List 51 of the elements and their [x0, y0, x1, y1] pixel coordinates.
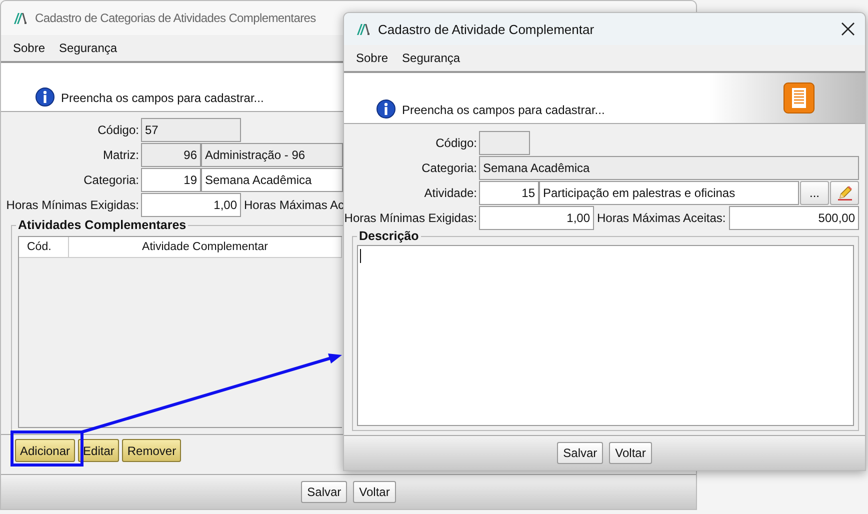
app-logo-icon [13, 11, 27, 25]
field-label: Horas Mínimas Exigidas: [5, 198, 140, 212]
footer-button[interactable]: Salvar [301, 481, 348, 503]
column-header[interactable]: Atividade Complementar [69, 237, 342, 257]
menu-item[interactable]: Sobre [356, 51, 388, 65]
field-label: Horas Máximas Ac [243, 198, 345, 212]
field-label: Atividade: [423, 186, 478, 200]
field-label: Horas Mínimas Exigidas: [344, 211, 478, 225]
info-message: Preencha os campos para cadastrar... [402, 103, 605, 119]
code-field[interactable]: 15 [479, 181, 539, 205]
app-logo-icon [356, 22, 370, 36]
input-field[interactable]: Administração - 96 [201, 143, 343, 167]
window-title: Cadastro de Categorias de Atividades Complementares [35, 11, 316, 25]
close-icon [841, 22, 855, 36]
info-message: Preencha os campos para cadastrar... [61, 91, 264, 107]
window-title: Cadastro de Atividade Complementar [378, 22, 596, 36]
code-field[interactable]: 96 [141, 143, 201, 167]
menu-item[interactable]: Segurança [402, 51, 460, 65]
group-title: Atividades Complementares [16, 218, 188, 232]
menu-item[interactable]: Sobre [13, 41, 46, 55]
field-label: Matriz: [102, 148, 140, 162]
pencil-icon [836, 185, 852, 201]
action-button[interactable]: Remover [122, 439, 182, 462]
field-label: Categoria: [82, 173, 140, 187]
input-field[interactable]: Semana Acadêmica [479, 156, 859, 180]
field-label: Categoria: [420, 161, 478, 175]
column-header[interactable]: Cód. [19, 237, 69, 257]
field-label: Código: [96, 123, 140, 137]
input-field[interactable]: Semana Acadêmica [201, 168, 343, 192]
document-icon [783, 82, 815, 114]
info-icon [376, 99, 396, 119]
input-field[interactable]: 1,00 [141, 193, 241, 217]
footer-button[interactable]: Voltar [609, 442, 652, 464]
field-label: Horas Máximas Aceitas: [596, 211, 727, 225]
menu-item[interactable]: Segurança [59, 41, 118, 55]
code-field[interactable]: 19 [141, 168, 201, 192]
lookup-button[interactable]: ... [800, 181, 829, 205]
field-label: Código: [434, 136, 478, 150]
group-title: Descrição [357, 229, 421, 243]
input-field[interactable]: 1,00 [479, 206, 594, 230]
input-field[interactable]: Participação em palestras e oficinas [539, 181, 799, 205]
code-field[interactable] [479, 131, 530, 155]
info-icon [35, 87, 55, 107]
footer-button[interactable]: Salvar [557, 442, 604, 464]
text-cursor [360, 249, 361, 263]
action-button[interactable]: Editar [78, 439, 120, 462]
action-button[interactable]: Adicionar [15, 439, 76, 462]
footer-button[interactable]: Voltar [353, 481, 396, 503]
edit-button[interactable] [830, 181, 859, 205]
input-field[interactable]: 500,00 [728, 206, 859, 230]
code-field[interactable]: 57 [141, 118, 241, 142]
